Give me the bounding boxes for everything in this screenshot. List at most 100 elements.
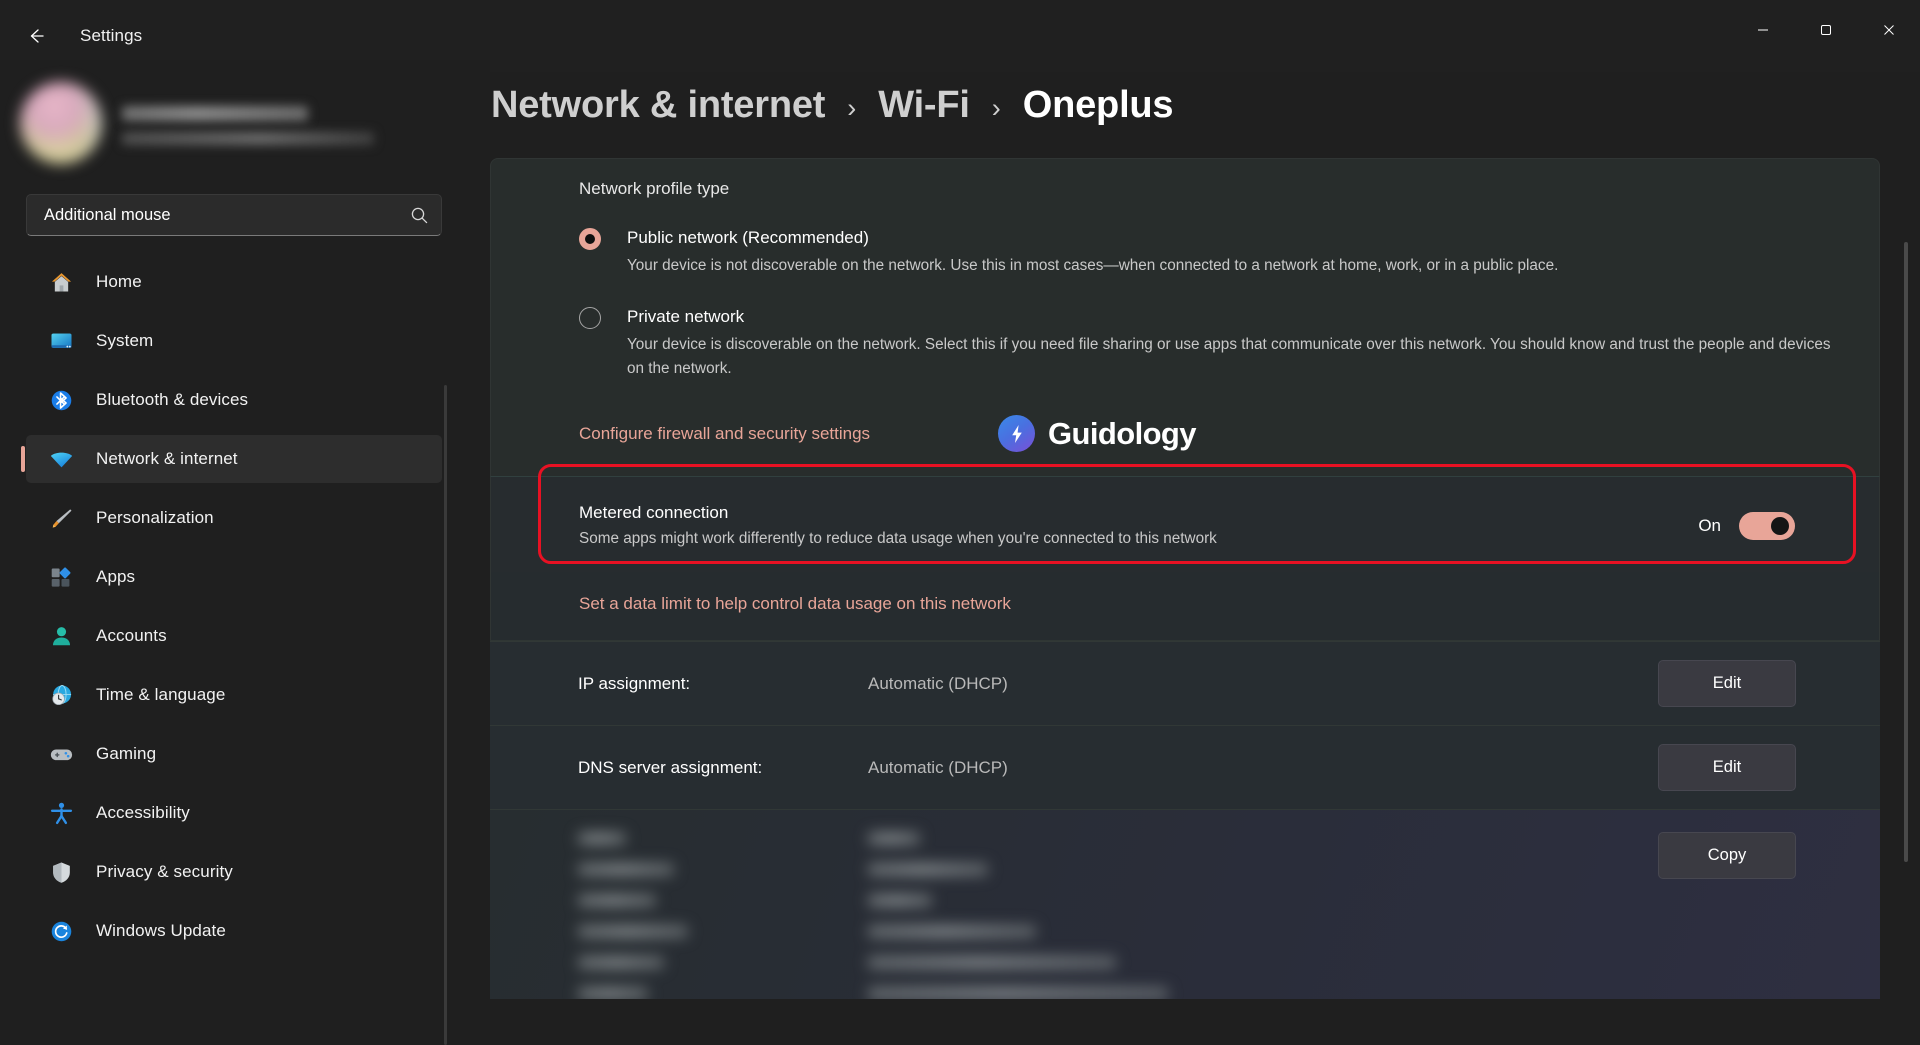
ip-assignment-edit-button[interactable]: Edit xyxy=(1658,660,1796,707)
search-input[interactable] xyxy=(27,205,397,225)
magnifier-glyph xyxy=(411,207,427,223)
paintbrush-icon xyxy=(48,505,74,531)
profile-text-redacted xyxy=(122,102,374,145)
sidebar-item-label: Home xyxy=(96,272,142,291)
network-profile-type-card: Network profile type Public network (Rec… xyxy=(490,158,1880,476)
radio-public-network-description: Your device is not discoverable on the n… xyxy=(627,257,1559,274)
metered-connection-row[interactable]: Metered connection Some apps might work … xyxy=(490,476,1880,572)
network-profile-type-title: Network profile type xyxy=(579,179,730,198)
breadcrumb: Network & internet › Wi-Fi › Oneplus xyxy=(490,60,1920,127)
metered-connection-description: Some apps might work differently to redu… xyxy=(579,530,1217,547)
dns-assignment-row: DNS server assignment: Automatic (DHCP) … xyxy=(490,725,1880,809)
sidebar-item-time-language[interactable]: Time & language xyxy=(26,671,442,719)
breadcrumb-item-oneplus: Oneplus xyxy=(1022,84,1174,126)
content-scrollbar[interactable] xyxy=(1904,242,1908,862)
sidebar-item-windows-update[interactable]: Windows Update xyxy=(26,907,442,955)
ip-assignment-value: Automatic (DHCP) xyxy=(868,673,1008,693)
system-monitor-icon xyxy=(48,328,74,354)
settings-scroll-region: Network profile type Public network (Rec… xyxy=(490,158,1920,1008)
radio-public-network[interactable] xyxy=(579,228,601,250)
radio-private-network-label: Private network xyxy=(627,307,745,326)
dns-assignment-edit-button[interactable]: Edit xyxy=(1658,744,1796,791)
person-icon xyxy=(48,623,74,649)
content-area: Network & internet › Wi-Fi › Oneplus Net… xyxy=(490,60,1920,1008)
dns-assignment-label: DNS server assignment: xyxy=(578,757,763,777)
sidebar-item-home[interactable]: Home xyxy=(26,258,442,306)
minimize-button[interactable] xyxy=(1731,0,1794,60)
maximize-button[interactable] xyxy=(1794,0,1857,60)
back-button[interactable] xyxy=(14,18,58,54)
sidebar-item-label: Bluetooth & devices xyxy=(96,390,249,409)
configure-firewall-link[interactable]: Configure firewall and security settings xyxy=(579,424,870,444)
sidebar-item-accessibility[interactable]: Accessibility xyxy=(26,789,442,837)
profile-name-redacted xyxy=(122,105,308,121)
firewall-row: Configure firewall and security settings… xyxy=(491,381,1879,452)
ip-assignment-row: IP assignment: Automatic (DHCP) Edit xyxy=(490,641,1880,725)
metered-toggle-state-label: On xyxy=(1698,515,1721,535)
radio-option-private-network[interactable]: Private network Your device is discovera… xyxy=(491,278,1879,381)
radio-private-network-description: Your device is discoverable on the netwo… xyxy=(627,336,1831,377)
guidology-wordmark: Guidology xyxy=(1048,415,1196,451)
sidebar-item-privacy-security[interactable]: Privacy & security xyxy=(26,848,442,896)
home-icon xyxy=(48,269,74,295)
guidology-watermark: Guidology xyxy=(998,415,1196,452)
close-button[interactable] xyxy=(1857,0,1920,60)
maximize-icon xyxy=(1820,25,1831,35)
sidebar-item-system[interactable]: System xyxy=(26,317,442,365)
sidebar-item-label: Personalization xyxy=(96,508,214,527)
wifi-icon xyxy=(48,446,74,472)
clock-globe-icon xyxy=(48,682,74,708)
minimize-icon xyxy=(1757,29,1768,31)
bluetooth-icon xyxy=(48,387,74,413)
search-box[interactable] xyxy=(26,194,442,236)
avatar xyxy=(20,82,102,164)
breadcrumb-separator: › xyxy=(991,93,1001,123)
breadcrumb-item-network[interactable]: Network & internet xyxy=(491,84,825,127)
properties-labels-redacted xyxy=(578,832,758,999)
network-properties-row: Copy xyxy=(490,809,1880,999)
search-icon[interactable] xyxy=(397,206,441,225)
sidebar-item-bluetooth-devices[interactable]: Bluetooth & devices xyxy=(26,376,442,424)
breadcrumb-separator: › xyxy=(847,93,857,123)
sidebar-item-label: Windows Update xyxy=(96,921,226,940)
toggle-knob xyxy=(1771,516,1789,535)
sidebar-item-label: Apps xyxy=(96,567,136,586)
properties-values-redacted xyxy=(868,832,1428,999)
sidebar-item-label: Time & language xyxy=(96,685,226,704)
set-data-limit-link[interactable]: Set a data limit to help control data us… xyxy=(579,594,1011,614)
dns-assignment-value: Automatic (DHCP) xyxy=(868,757,1008,777)
radio-private-network[interactable] xyxy=(579,307,601,329)
apps-icon xyxy=(48,564,74,590)
sidebar-item-apps[interactable]: Apps xyxy=(26,553,442,601)
sidebar-item-label: Privacy & security xyxy=(96,862,233,881)
sidebar-nav: Home System Bluetooth & devices Network … xyxy=(0,258,490,955)
ip-assignment-label: IP assignment: xyxy=(578,673,691,693)
sidebar-item-personalization[interactable]: Personalization xyxy=(26,494,442,542)
breadcrumb-item-wifi[interactable]: Wi-Fi xyxy=(878,84,970,127)
shield-icon xyxy=(48,859,74,885)
metered-connection-wrapper: Metered connection Some apps might work … xyxy=(490,464,1880,572)
radio-option-public-network[interactable]: Public network (Recommended) Your device… xyxy=(491,199,1879,278)
sidebar: Home System xyxy=(0,60,490,1045)
profile-email-redacted xyxy=(122,131,374,145)
window-controls xyxy=(1731,0,1920,60)
back-arrow-icon xyxy=(30,29,44,43)
update-refresh-icon xyxy=(48,918,74,944)
sidebar-item-label: System xyxy=(96,331,154,350)
sidebar-item-accounts[interactable]: Accounts xyxy=(26,612,442,660)
close-icon xyxy=(1883,25,1894,35)
lightning-bolt-icon xyxy=(998,415,1036,452)
window-title: Settings xyxy=(80,26,143,45)
metered-connection-title: Metered connection xyxy=(579,503,729,522)
sidebar-item-label: Gaming xyxy=(96,744,157,763)
user-profile[interactable] xyxy=(0,60,490,182)
metered-connection-toggle[interactable] xyxy=(1739,511,1795,540)
copy-button[interactable]: Copy xyxy=(1658,832,1796,879)
sidebar-item-label: Network & internet xyxy=(96,449,238,468)
accessibility-icon xyxy=(48,800,74,826)
sidebar-item-network-internet[interactable]: Network & internet xyxy=(21,435,442,483)
sidebar-scrollbar[interactable] xyxy=(444,385,447,1045)
radio-public-network-label: Public network (Recommended) xyxy=(627,228,869,247)
data-limit-row: Set a data limit to help control data us… xyxy=(490,572,1880,641)
sidebar-item-gaming[interactable]: Gaming xyxy=(26,730,442,778)
